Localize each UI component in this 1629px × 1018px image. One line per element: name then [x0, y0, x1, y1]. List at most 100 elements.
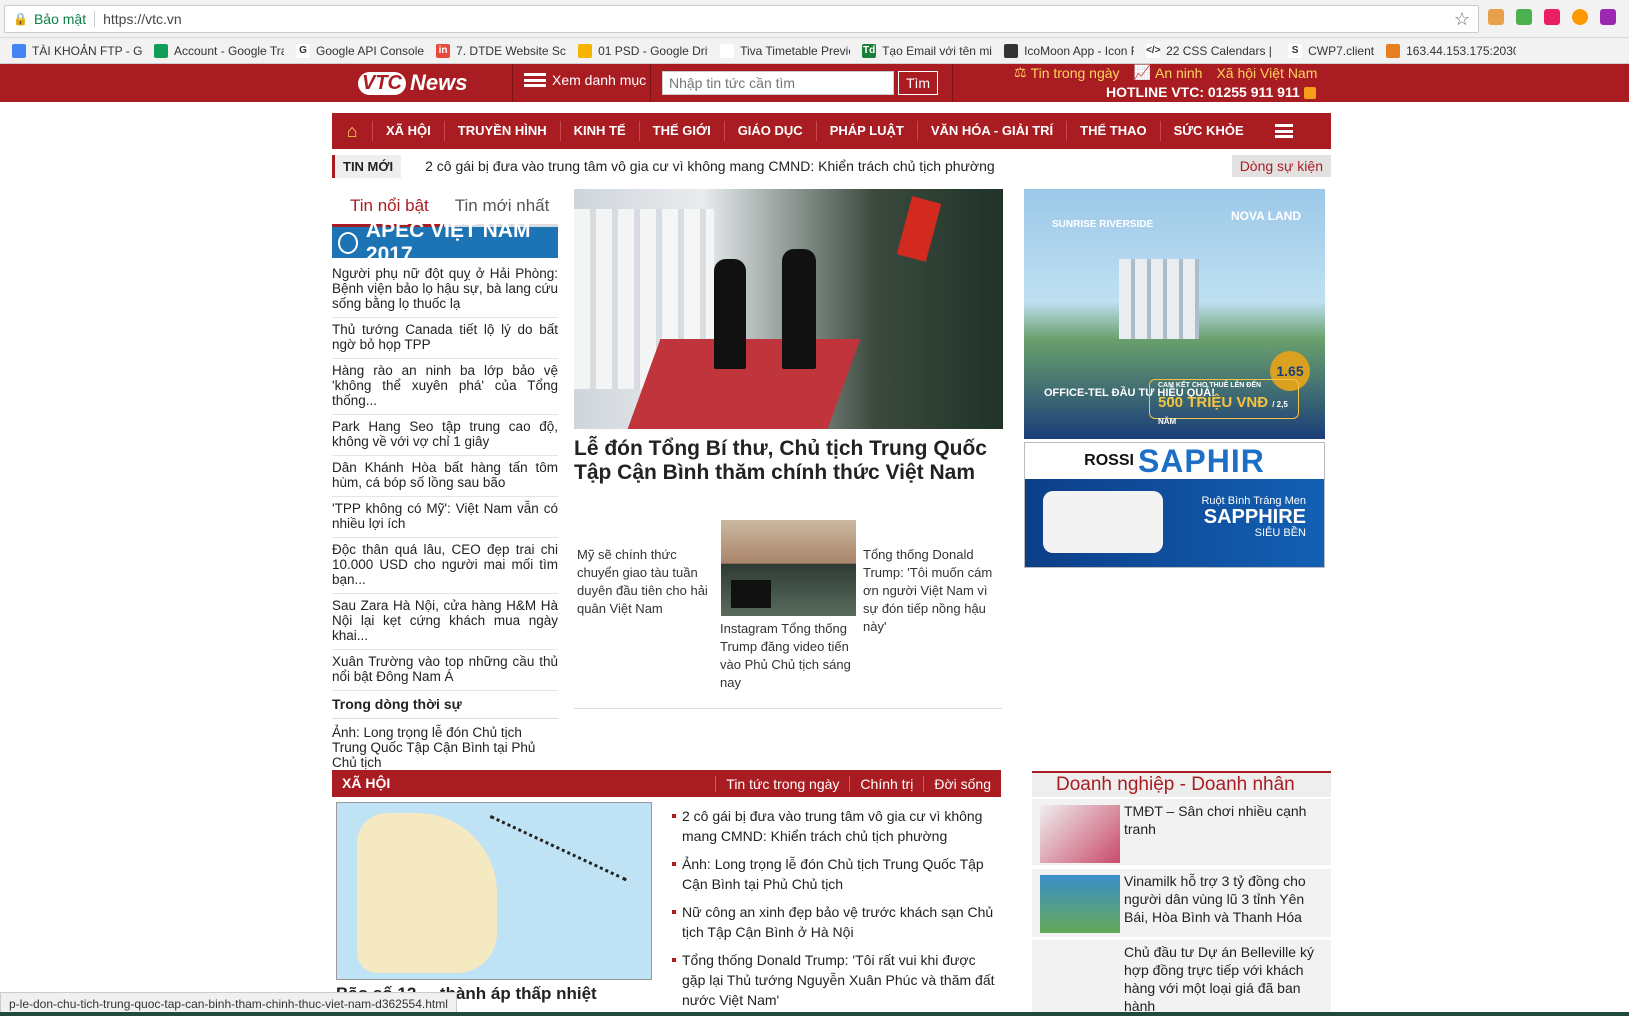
ad-rossi-saphir[interactable]: ROSSI SAPHIR Ruột Bình Tráng Men SAPPHIR…: [1024, 442, 1325, 568]
link-label: Xã hội Việt Nam: [1216, 64, 1318, 81]
section-links: Tin tức trong ngày Chính trị Đời sống: [396, 770, 1001, 797]
storm-map-image[interactable]: [336, 802, 652, 980]
list-item[interactable]: 2 cô gái bị đưa vào trung tâm vô gia cư …: [672, 806, 1002, 846]
top-links: ⚖ Tin trong ngày 📈 An ninh Xã hội Việt N…: [1014, 64, 1317, 81]
bookmark-item[interactable]: TÀI KHOẢN FTP - Go: [12, 43, 142, 58]
extension-icon[interactable]: [1488, 9, 1504, 25]
event-stream-button[interactable]: Dòng sự kiện: [1231, 155, 1331, 177]
search-button[interactable]: Tìm: [898, 71, 938, 95]
apec-banner[interactable]: APEC VIỆT NAM 2017: [332, 219, 558, 266]
bookmark-label: 01 PSD - Google Driv: [598, 43, 709, 58]
ad-partner: NOVA LAND: [1231, 209, 1301, 223]
bookmark-item[interactable]: S CWP7.client: [1288, 43, 1375, 58]
url-text[interactable]: https://vtc.vn: [103, 11, 182, 27]
extension-icon[interactable]: [1516, 9, 1532, 25]
bookmark-item[interactable]: 01 PSD - Google Driv: [578, 43, 709, 58]
extensions: [1488, 9, 1616, 25]
tab-latest[interactable]: Tin mới nhất: [455, 196, 550, 216]
bookmark-label: IcoMoon App - Icon F: [1024, 43, 1135, 58]
site-header: VTC News Xem danh mục Tìm ⚖ Tin trong ng…: [0, 64, 1629, 102]
link-xa-hoi-viet-nam[interactable]: Xã hội Việt Nam: [1216, 64, 1317, 81]
bookmark-favicon-icon: [12, 43, 26, 58]
bookmark-label: 7. DTDE Website Scre: [456, 43, 567, 58]
ad-sunrise-riverside[interactable]: SUNRISE RIVERSIDE NOVA LAND 1.65 OFFICE-…: [1024, 189, 1325, 439]
section-link[interactable]: Chính trị: [849, 775, 923, 792]
link-label: An ninh: [1154, 64, 1203, 81]
hero-image-figure: [782, 249, 816, 369]
bookmark-favicon-icon: [1386, 43, 1401, 58]
bookmark-item[interactable]: Td Tạo Email với tên miề: [862, 43, 992, 58]
nav-item-van-hoa[interactable]: VĂN HÓA - GIẢI TRÍ: [916, 121, 1066, 141]
link-tin-trong-ngay[interactable]: ⚖ Tin trong ngày: [1014, 64, 1120, 81]
list-item[interactable]: Dân Khánh Hòa bất hàng tấn tôm hùm, cá b…: [332, 456, 558, 497]
menu-label: Xem danh mục: [552, 72, 647, 88]
left-tabs: Tin nổi bật Tin mới nhất: [332, 196, 558, 216]
bookmark-item[interactable]: Tiva Timetable Previe: [720, 43, 851, 58]
search-input[interactable]: [662, 71, 894, 95]
nav-item-truyen-hinh[interactable]: TRUYỀN HÌNH: [443, 121, 560, 141]
bookmark-item[interactable]: G Google API Console: [296, 43, 424, 58]
hero-image[interactable]: [574, 189, 1003, 429]
ad-offer-small: CAM KẾT CHO THUÊ LÊN ĐẾN: [1158, 382, 1262, 389]
link-an-ninh[interactable]: 📈 An ninh: [1134, 64, 1203, 81]
business-thumbnail: [1040, 875, 1120, 933]
bookmark-favicon-icon: Td: [862, 43, 877, 58]
section-link[interactable]: Đời sống: [923, 775, 1001, 792]
nav-item-suc-khoe[interactable]: SỨC KHỎE: [1159, 121, 1257, 141]
bookmark-favicon-icon: G: [296, 43, 310, 58]
list-item[interactable]: Nữ công an xinh đẹp bảo vệ trước khách s…: [672, 902, 1002, 942]
bookmark-label: Tiva Timetable Previe: [740, 43, 851, 58]
bookmark-label: CWP7.client: [1308, 43, 1375, 58]
tab-featured[interactable]: Tin nổi bật: [350, 196, 429, 216]
business-item[interactable]: TMĐT – Sân chơi nhiều cạnh tranh: [1032, 799, 1331, 865]
sub-story-image[interactable]: [721, 520, 856, 616]
bookmark-item[interactable]: Account - Google Tra: [154, 43, 284, 58]
list-item[interactable]: Thủ tướng Canada tiết lộ lý do bất ngờ b…: [332, 318, 558, 359]
list-item[interactable]: 'TPP không có Mỹ': Việt Nam vẫn có nhiều…: [332, 497, 558, 538]
business-item[interactable]: Chủ đầu tư Dự án Belleville ký hợp đồng …: [1032, 940, 1331, 1014]
bookmark-item[interactable]: 163.44.153.175:2030: [1386, 43, 1516, 58]
ad-slogan-main: SAPPHIRE: [1203, 506, 1306, 528]
category-menu-button[interactable]: Xem danh mục: [524, 72, 646, 88]
business-section-title[interactable]: Doanh nghiệp - Doanh nhân: [1032, 771, 1331, 797]
extension-icon[interactable]: [1600, 9, 1616, 25]
list-item[interactable]: Độc thân quá lâu, CEO đẹp trai chi 10.00…: [332, 538, 558, 594]
timeline-item[interactable]: Ảnh: Long trọng lễ đón Chủ tịch Trung Qu…: [332, 719, 558, 770]
nav-item-the-thao[interactable]: THỂ THAO: [1066, 121, 1159, 141]
sub-story-right[interactable]: Tổng thống Donald Trump: 'Tôi muốn cám ơ…: [863, 546, 1001, 636]
sub-story-left[interactable]: Mỹ sẽ chính thức chuyển giao tàu tuần du…: [577, 546, 717, 618]
bookmark-item[interactable]: IcoMoon App - Icon F: [1004, 43, 1135, 58]
home-icon[interactable]: ⌂: [332, 121, 372, 142]
site-logo[interactable]: VTC News: [358, 66, 478, 100]
list-item[interactable]: Xuân Trường vào top những cầu thủ nổi bậ…: [332, 650, 558, 691]
list-item[interactable]: Người phụ nữ đột quỵ ở Hải Phòng: Bệnh v…: [332, 262, 558, 318]
nav-item-xa-hoi[interactable]: XÃ HỘI: [372, 121, 444, 141]
extension-icon[interactable]: [1572, 9, 1588, 25]
rss-icon[interactable]: [1303, 87, 1316, 100]
section-link[interactable]: Tin tức trong ngày: [715, 775, 849, 792]
bookmark-item[interactable]: </> 22 CSS Calendars | Fr: [1146, 43, 1276, 58]
address-bar[interactable]: 🔒 Bảo mật https://vtc.vn ☆: [4, 5, 1479, 33]
bookmark-item[interactable]: in 7. DTDE Website Scre: [436, 43, 567, 58]
nav-item-kinh-te[interactable]: KINH TẾ: [559, 121, 639, 141]
list-item[interactable]: Sau Zara Hà Nội, cửa hàng H&M Hà Nội lại…: [332, 594, 558, 650]
list-item[interactable]: Hàng rào an ninh ba lớp bảo vệ 'không th…: [332, 359, 558, 415]
list-item[interactable]: Tổng thống Donald Trump: 'Tôi rất vui kh…: [672, 950, 1002, 1010]
business-item[interactable]: Vinamilk hỗ trợ 3 tỷ đồng cho người dân …: [1032, 869, 1331, 937]
hero-headline[interactable]: Lễ đón Tổng Bí thư, Chủ tịch Trung Quốc …: [574, 437, 1004, 485]
extension-icon[interactable]: [1544, 9, 1560, 25]
nav-item-the-gioi[interactable]: THẾ GIỚI: [638, 121, 724, 141]
bookmark-star-icon[interactable]: ☆: [1454, 9, 1470, 30]
business-thumbnail: [1040, 805, 1120, 863]
list-item[interactable]: Ảnh: Long trọng lễ đón Chủ tịch Trung Qu…: [672, 854, 1002, 894]
sub-story-middle[interactable]: Instagram Tổng thống Trump đăng video ti…: [720, 620, 858, 692]
water-heater-image: [1043, 491, 1163, 553]
more-menu-icon[interactable]: [1274, 124, 1293, 138]
nav-item-giao-duc[interactable]: GIÁO DỤC: [723, 121, 816, 141]
section-title[interactable]: XÃ HỘI: [332, 770, 401, 796]
ticker-headline[interactable]: 2 cô gái bị đưa vào trung tâm vô gia cư …: [425, 158, 995, 174]
ad-body: Ruột Bình Tráng Men SAPPHIRE SIÊU BỀN: [1025, 479, 1324, 567]
lock-icon: 🔒: [13, 12, 28, 26]
nav-item-phap-luat[interactable]: PHÁP LUẬT: [815, 121, 917, 141]
list-item[interactable]: Park Hang Seo tập trung cao độ, không về…: [332, 415, 558, 456]
